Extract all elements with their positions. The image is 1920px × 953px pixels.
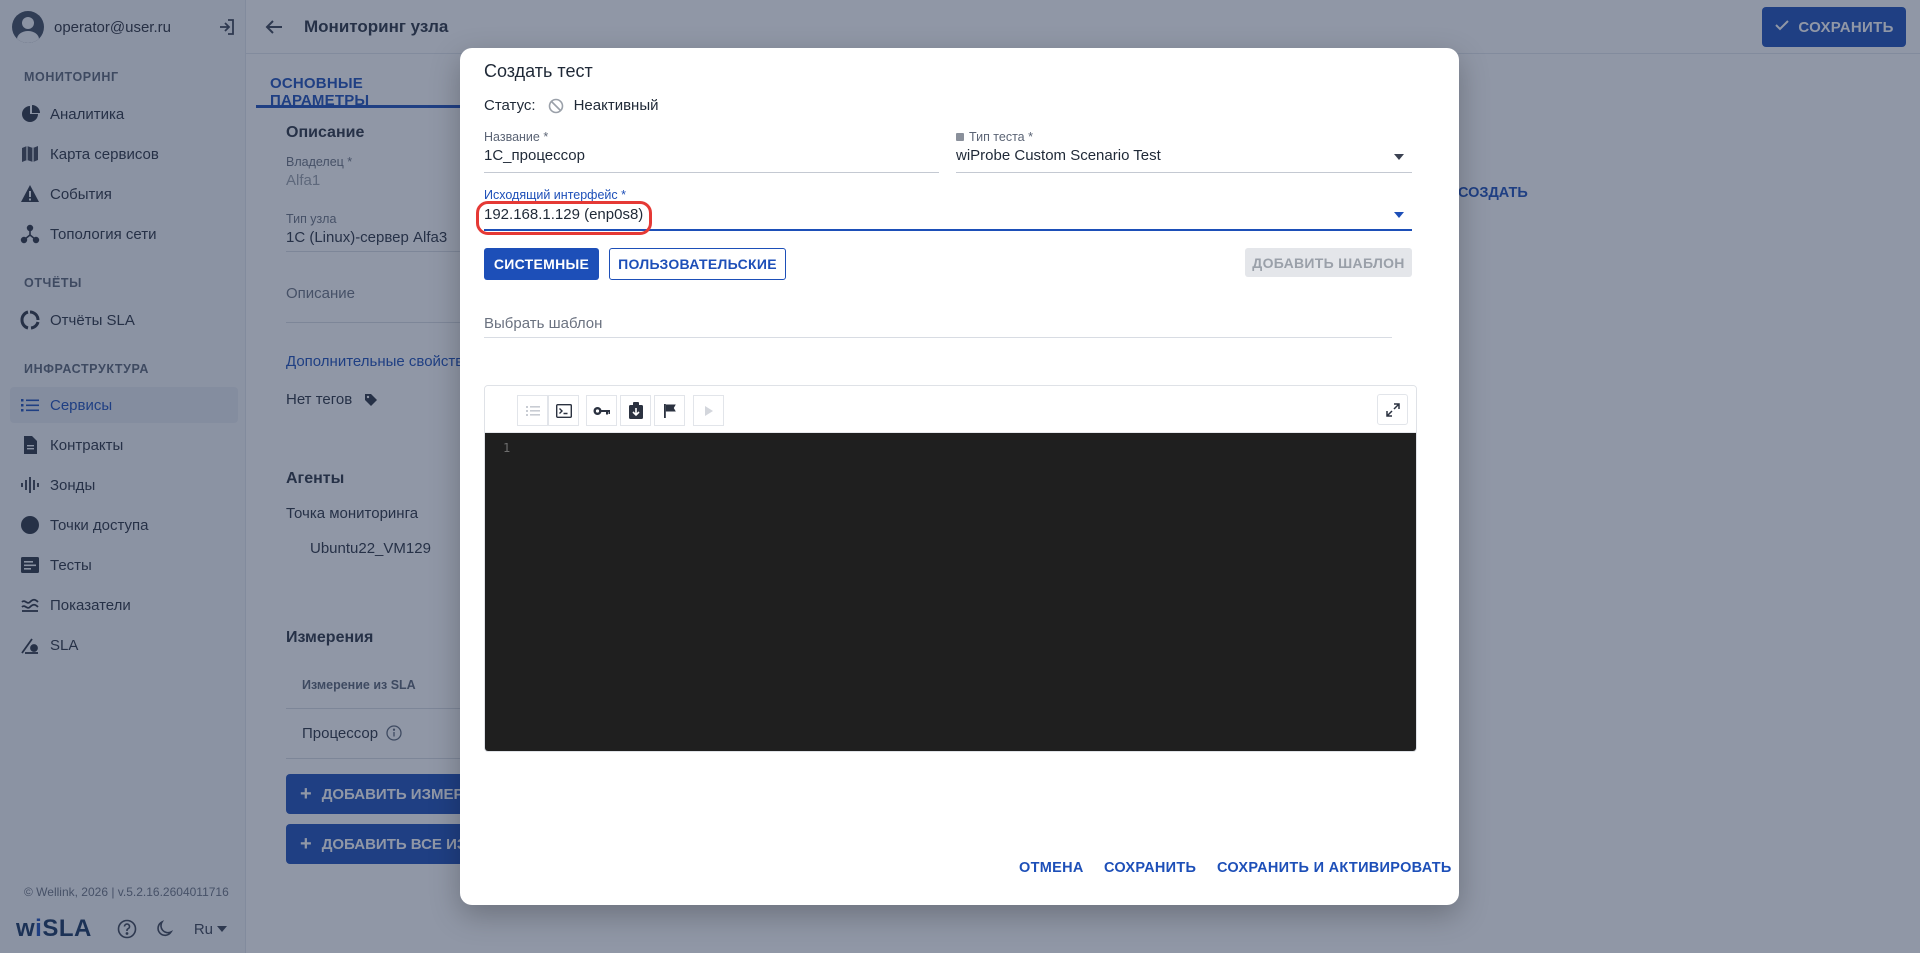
system-templates-button[interactable]: СИСТЕМНЫЕ xyxy=(484,248,599,280)
save-button[interactable]: СОХРАНИТЬ xyxy=(1104,860,1196,876)
chevron-down-icon xyxy=(1394,212,1404,218)
code-area[interactable]: 1 xyxy=(485,433,1416,751)
test-type-value: wiProbe Custom Scenario Test xyxy=(956,147,1161,164)
status-row: Статус: Неактивный xyxy=(484,97,659,114)
cancel-button[interactable]: ОТМЕНА xyxy=(1019,860,1084,876)
name-label: Название * xyxy=(484,130,549,144)
user-templates-button[interactable]: ПОЛЬЗОВАТЕЛЬСКИЕ xyxy=(609,248,786,280)
download-box-icon[interactable] xyxy=(620,395,651,426)
test-type-label: Тип теста * xyxy=(956,130,1033,144)
status-value: Неактивный xyxy=(573,97,659,114)
key-icon[interactable] xyxy=(586,395,617,426)
script-editor: 1 xyxy=(484,385,1417,752)
name-field[interactable]: Название * 1С_процессор xyxy=(484,130,939,173)
chevron-down-icon xyxy=(1394,154,1404,160)
flag-icon[interactable] xyxy=(654,395,685,426)
test-type-select[interactable]: Тип теста * wiProbe Custom Scenario Test xyxy=(956,130,1412,173)
interface-label: Исходящий интерфейс * xyxy=(484,188,626,202)
dialog-title: Создать тест xyxy=(484,61,593,81)
play-icon[interactable] xyxy=(693,395,724,426)
template-select[interactable]: Выбрать шаблон xyxy=(484,311,1392,338)
expand-icon[interactable] xyxy=(1377,394,1408,425)
template-placeholder: Выбрать шаблон xyxy=(484,315,603,332)
status-label: Статус: xyxy=(484,97,536,114)
add-template-button[interactable]: ДОБАВИТЬ ШАБЛОН xyxy=(1245,248,1412,277)
line-number: 1 xyxy=(503,441,511,455)
name-value: 1С_процессор xyxy=(484,147,585,164)
list-icon[interactable] xyxy=(517,395,548,426)
highlight-ring xyxy=(476,201,652,235)
editor-toolbar xyxy=(485,386,1416,433)
terminal-icon[interactable] xyxy=(548,395,579,426)
create-test-dialog: Создать тест Статус: Неактивный Название… xyxy=(460,48,1459,905)
save-and-activate-button[interactable]: СОХРАНИТЬ И АКТИВИРОВАТЬ xyxy=(1217,860,1452,876)
lock-icon xyxy=(956,133,964,141)
inactive-status-icon xyxy=(548,98,564,114)
